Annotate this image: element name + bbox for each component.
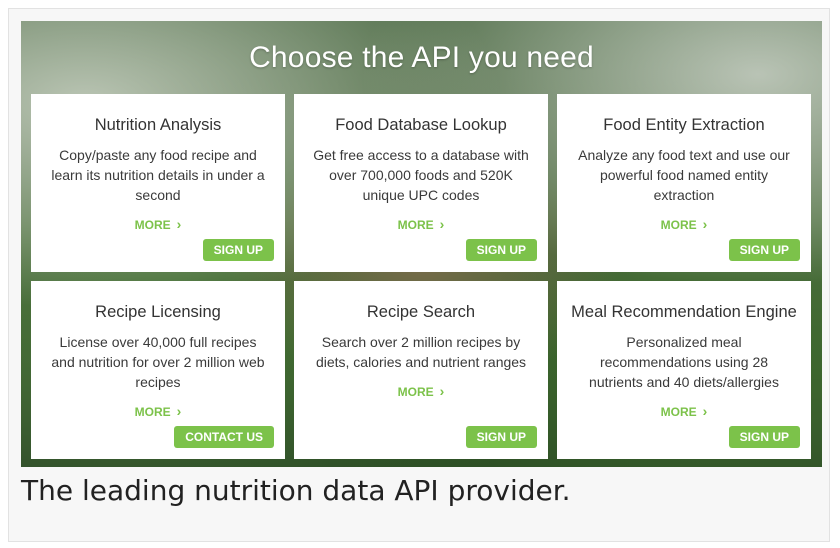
more-link[interactable]: MORE › [557,403,811,419]
more-label: MORE [660,218,697,232]
card-description: Get free access to a database with over … [313,147,529,203]
contact-us-button[interactable]: CONTACT US [174,426,274,448]
more-link[interactable]: MORE › [557,216,811,232]
more-link[interactable]: MORE › [31,216,285,232]
more-label: MORE [397,218,434,232]
sign-up-button[interactable]: SIGN UP [728,239,800,261]
card-title: Recipe Search [366,303,476,321]
sign-up-button[interactable]: SIGN UP [728,426,800,448]
sign-up-button[interactable]: SIGN UP [465,239,537,261]
more-label: MORE [134,405,171,419]
api-card-food-entity-extraction: Food Entity Extraction Analyze any food … [557,94,811,272]
chevron-right-icon: › [176,216,182,232]
more-label: MORE [134,218,171,232]
card-description: Personalized meal recommendations using … [589,334,779,390]
more-label: MORE [397,385,434,399]
more-label: MORE [660,405,697,419]
api-card-meal-recommendation-engine: Meal Recommendation Engine Personalized … [557,281,811,459]
chevron-right-icon: › [439,383,445,399]
api-card-recipe-search: Recipe Search Search over 2 million reci… [294,281,548,459]
card-title: Meal Recommendation Engine [571,303,797,321]
chevron-right-icon: › [176,403,182,419]
api-card-recipe-licensing: Recipe Licensing License over 40,000 ful… [31,281,285,459]
sign-up-button[interactable]: SIGN UP [202,239,274,261]
more-link[interactable]: MORE › [31,403,285,419]
more-link[interactable]: MORE › [294,383,548,399]
tagline: The leading nutrition data API provider. [21,474,571,507]
card-title: Recipe Licensing [95,303,221,321]
chevron-right-icon: › [702,403,708,419]
more-link[interactable]: MORE › [294,216,548,232]
chevron-right-icon: › [439,216,445,232]
card-title: Food Entity Extraction [603,116,765,134]
api-hero-section: Choose the API you need Nutrition Analys… [21,21,822,467]
card-title: Nutrition Analysis [94,116,222,134]
card-description: Search over 2 million recipes by diets, … [315,334,527,370]
card-description: License over 40,000 full recipes and nut… [51,334,265,390]
card-description: Copy/paste any food recipe and learn its… [51,147,265,203]
card-description: Analyze any food text and use our powerf… [578,147,790,203]
chevron-right-icon: › [702,216,708,232]
card-title: Food Database Lookup [335,116,507,134]
api-card-food-database-lookup: Food Database Lookup Get free access to … [294,94,548,272]
hero-title: Choose the API you need [249,41,594,74]
sign-up-button[interactable]: SIGN UP [465,426,537,448]
api-card-nutrition-analysis: Nutrition Analysis Copy/paste any food r… [31,94,285,272]
